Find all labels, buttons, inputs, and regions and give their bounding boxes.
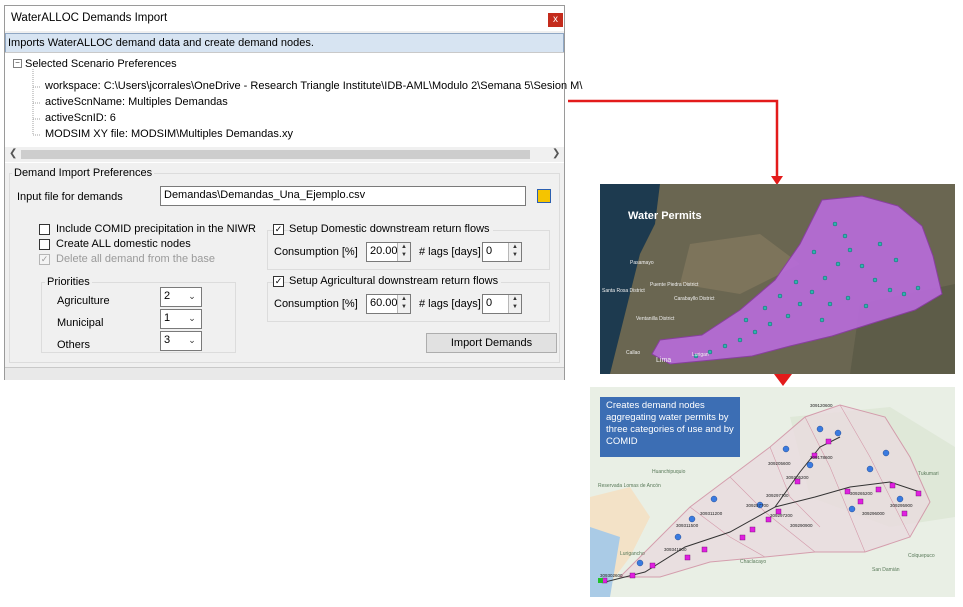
place-label: Ventanilla District (636, 316, 675, 322)
node-id-label: 309205600 (768, 461, 791, 466)
water-permits-map: Water Permits Pasamayo Santa Rosa Distri… (600, 184, 955, 374)
place-label: San Damián (872, 567, 900, 573)
water-permits-map-image: Water Permits Pasamayo Santa Rosa Distri… (600, 184, 955, 374)
node-id-label: 309265200 (850, 491, 873, 496)
node-id-label: 309205200 (786, 475, 809, 480)
node-id-label: 309297700 (766, 493, 789, 498)
node-id-label: 309341000 (664, 547, 687, 552)
node-id-label: 309311200 (700, 511, 723, 516)
node-id-label: 309290900 (790, 523, 813, 528)
place-label: Carabayllo District (674, 296, 715, 302)
node-id-label: 309296000 (862, 511, 885, 516)
place-label: Lima (656, 357, 671, 364)
place-label: Callao (626, 350, 640, 356)
water-permits-title: Water Permits (628, 210, 702, 222)
node-id-label: 309178600 (810, 455, 833, 460)
callout-box: Creates demand nodes aggregating water p… (600, 397, 740, 457)
node-id-label: 309311500 (676, 523, 699, 528)
place-label: Chaclacayo (740, 559, 766, 565)
place-label: Colquepuco (908, 553, 935, 559)
place-label: Puente Piedra District (650, 282, 699, 288)
node-id-label: 309120600 (810, 403, 833, 408)
outlet-node (598, 578, 603, 583)
node-id-label: 309295900 (890, 503, 913, 508)
place-label: Pasamayo (630, 260, 654, 266)
place-label: Lurigancho (620, 551, 645, 557)
arrowhead-down-icon (774, 374, 792, 386)
place-label: Tukumari (918, 471, 939, 477)
node-id-label: 309257700 (746, 503, 769, 508)
place-label: Reservada Lomas de Ancón (598, 483, 661, 489)
place-label: Santa Rosa District (602, 288, 645, 294)
demand-nodes-map-image: 309120600 309178600 309205600 309205200 … (590, 387, 955, 597)
arrow-to-water-permits (568, 99, 779, 178)
place-label: Huanchipuquio (652, 469, 686, 475)
node-id-label: 309302600 (600, 573, 623, 578)
node-id-label: 309297200 (770, 513, 793, 518)
place-label: Lurigan (692, 352, 709, 358)
